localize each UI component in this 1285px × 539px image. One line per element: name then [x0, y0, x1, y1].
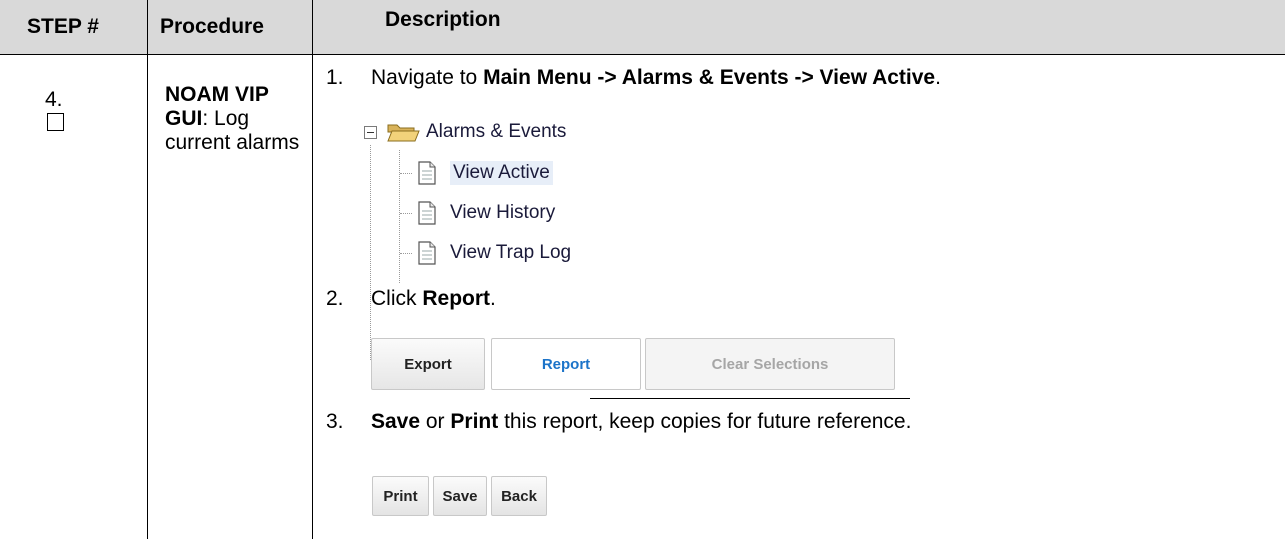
- tree-root-label: Alarms & Events: [426, 121, 567, 142]
- step-2-bold: Report: [422, 287, 491, 310]
- report-button[interactable]: Report: [491, 338, 641, 390]
- tree-item-label: View Active: [450, 161, 553, 185]
- export-button[interactable]: Export: [371, 338, 485, 390]
- step-1-number: 1.: [326, 66, 344, 89]
- step-2-post: .: [490, 287, 496, 310]
- step-1-pre: Navigate to: [371, 66, 484, 89]
- tree-item-view-active[interactable]: View Active: [416, 160, 553, 186]
- tree-item-label: View History: [450, 202, 556, 223]
- tree-item-view-history[interactable]: View History: [416, 200, 555, 226]
- folder-open-icon: [387, 124, 420, 142]
- tree-connector: [400, 253, 412, 254]
- step-2-number: 2.: [326, 287, 344, 310]
- step-3-number: 3.: [326, 410, 344, 433]
- save-button[interactable]: Save: [433, 476, 487, 516]
- tree-item-view-trap-log[interactable]: View Trap Log: [416, 240, 571, 266]
- collapse-minus-icon[interactable]: [364, 126, 377, 139]
- step-3-print: Print: [450, 410, 499, 433]
- step-3-text: Save or Print this report, keep copies f…: [371, 410, 911, 434]
- step-3-post: this report, keep copies for future refe…: [498, 410, 912, 433]
- step-1-menu-path: Main Menu -> Alarms & Events -> View Act…: [483, 66, 936, 89]
- back-button[interactable]: Back: [491, 476, 547, 516]
- document-icon: [418, 161, 436, 185]
- clear-selections-button: Clear Selections: [645, 338, 895, 390]
- step-3-mid: or: [420, 410, 451, 433]
- tree-item-label: View Trap Log: [450, 242, 572, 263]
- tree-guide-line: [370, 145, 371, 360]
- print-button[interactable]: Print: [372, 476, 429, 516]
- header-step: STEP #: [27, 15, 99, 38]
- step-checkbox[interactable]: [47, 113, 64, 131]
- document-icon: [418, 201, 436, 225]
- header-procedure: Procedure: [160, 15, 264, 38]
- divider-rule: [590, 398, 910, 399]
- column-divider: [147, 0, 148, 539]
- step-3-save: Save: [371, 410, 421, 433]
- step-1-post: .: [935, 66, 941, 89]
- procedure-text: NOAM VIP GUI: Log current alarms: [165, 83, 305, 155]
- tree-connector: [400, 173, 412, 174]
- step-2-text: Click Report.: [371, 287, 496, 311]
- column-divider: [312, 0, 313, 539]
- step-2-pre: Click: [371, 287, 423, 310]
- tree-connector: [400, 213, 412, 214]
- document-icon: [418, 241, 436, 265]
- tree-root-alarms-events[interactable]: Alarms & Events: [386, 120, 566, 144]
- header-description: Description: [385, 8, 501, 31]
- tree-guide-line: [399, 150, 400, 283]
- step-number: 4.: [45, 88, 63, 111]
- procedure-table: STEP # Procedure Description 4. NOAM VIP…: [0, 0, 1285, 539]
- step-1-text: Navigate to Main Menu -> Alarms & Events…: [371, 66, 941, 90]
